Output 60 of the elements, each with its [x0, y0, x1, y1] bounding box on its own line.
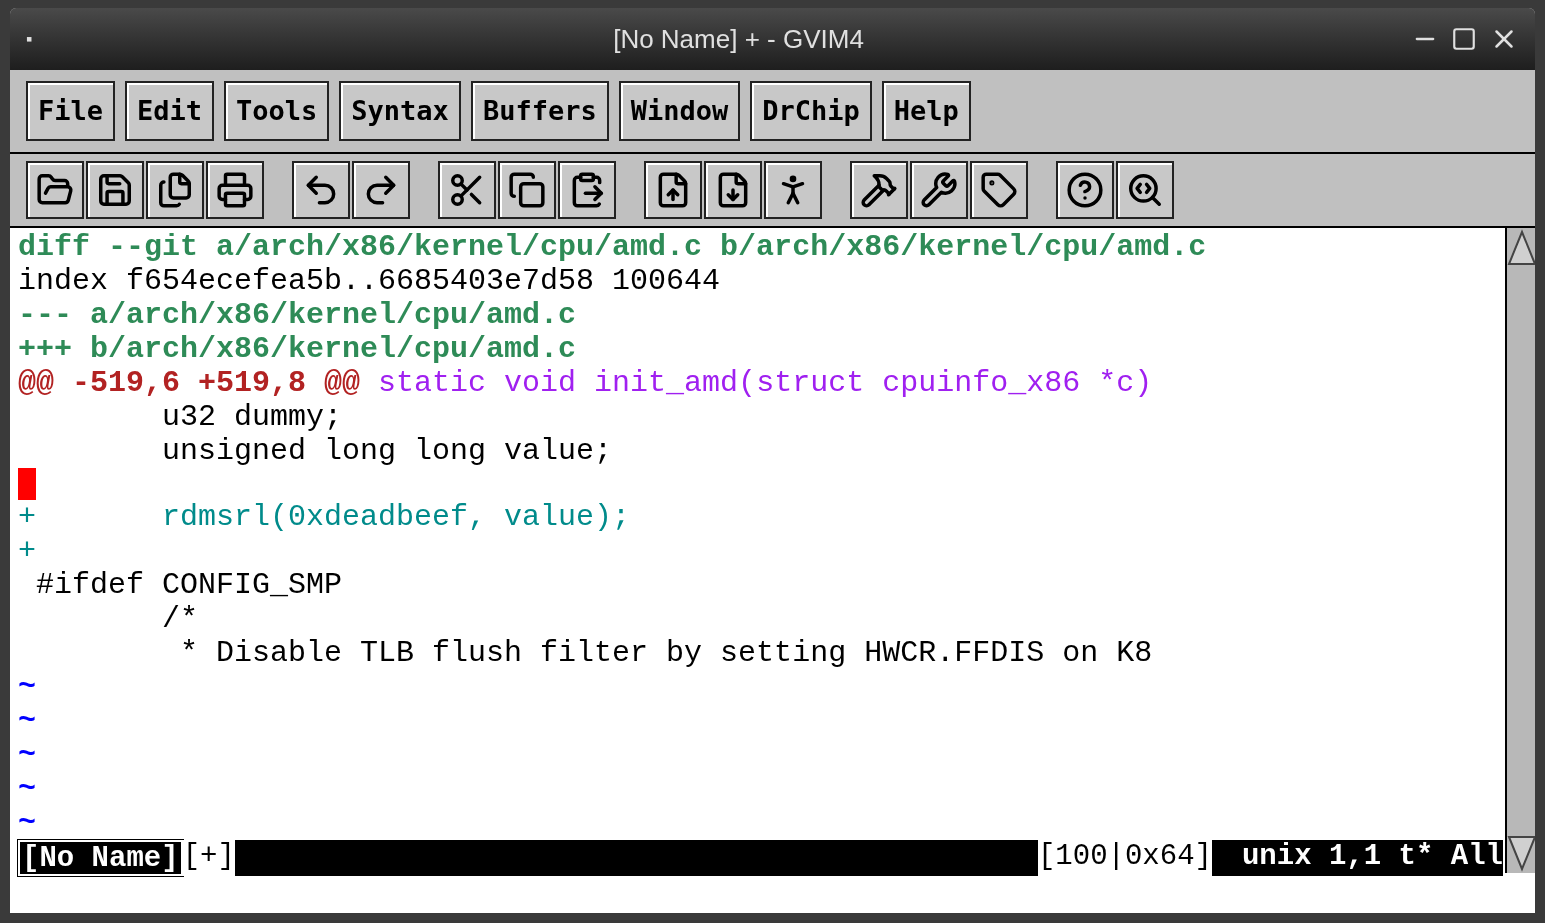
window-title: [No Name] + - GVIM4	[612, 22, 865, 56]
toolbar-button[interactable]	[1116, 161, 1174, 219]
code-text: +	[18, 534, 36, 568]
menu-item[interactable]: Window	[618, 81, 741, 141]
toolbar-button[interactable]	[146, 161, 204, 219]
code-text: diff --git a/arch/x86/kernel/cpu/amd.c b/arch/x86/kernel/cpu/amd.c	[18, 230, 1207, 264]
scroll-down-icon[interactable]	[1507, 833, 1535, 873]
menu-item[interactable]: Tools	[224, 81, 330, 141]
code-text: #ifdef CONFIG_SMP	[35, 568, 343, 602]
code-text: * Disable TLB flush filter by setting HWCR.FFDIS on K8	[179, 636, 1153, 670]
toolbar-button[interactable]	[26, 161, 84, 219]
code-text: ~	[18, 738, 36, 772]
toolbar-button[interactable]	[352, 161, 410, 219]
code-text: ~	[18, 772, 36, 806]
code-text: +++ b/arch/x86/kernel/cpu/amd.c	[18, 332, 577, 366]
menu-item[interactable]: Syntax	[339, 81, 461, 141]
code-text: u32 dummy;	[161, 400, 343, 434]
code-text: ~	[18, 704, 36, 738]
status-position: unix 1,1 t* All	[1211, 840, 1503, 876]
code-text: --- a/arch/x86/kernel/cpu/amd.c	[18, 298, 577, 332]
scroll-up-icon[interactable]	[1507, 228, 1535, 268]
code-text: static void init_amd(struct cpuinfo_x86 *c)	[377, 366, 1153, 400]
toolbar-button[interactable]	[558, 161, 616, 219]
menu-item[interactable]: Edit	[125, 81, 215, 141]
code-text: /*	[161, 602, 199, 636]
tag-icon	[980, 171, 1018, 209]
code-text: unsigned long long value;	[161, 434, 613, 468]
toolbar-button[interactable]	[764, 161, 822, 219]
toolbar-button[interactable]	[498, 161, 556, 219]
code-text: ~	[18, 670, 36, 704]
menu-item[interactable]: File	[26, 81, 116, 141]
copy-icon	[508, 171, 546, 209]
code-text: @@ -519,6 +519,8 @@	[18, 366, 361, 400]
code-text: + rdmsrl(0xdeadbeef, value);	[18, 500, 631, 534]
window-menu-glyph[interactable]: ▪	[26, 25, 66, 53]
menu-item[interactable]: Buffers	[470, 81, 609, 141]
toolbar-button[interactable]	[850, 161, 908, 219]
toolbar-button[interactable]	[704, 161, 762, 219]
menu-item[interactable]: DrChip	[750, 81, 872, 141]
code-text: index f654ecefea5b..6685403e7d58 100644	[18, 264, 721, 298]
find-icon	[1126, 171, 1164, 209]
save-icon	[96, 171, 134, 209]
vertical-scrollbar[interactable]	[1505, 228, 1535, 873]
code-text: ~	[18, 806, 36, 840]
status-filename: [No Name]	[18, 840, 183, 876]
toolbar-button[interactable]	[970, 161, 1028, 219]
toolbar-button[interactable]	[438, 161, 496, 219]
toolbar-button[interactable]	[1056, 161, 1114, 219]
toolbar-button[interactable]	[644, 161, 702, 219]
toolbar-button[interactable]	[910, 161, 968, 219]
text-cursor	[18, 468, 36, 500]
menu-item[interactable]: Help	[881, 81, 971, 141]
toolbar-button[interactable]	[292, 161, 350, 219]
help-icon	[1066, 171, 1104, 209]
maximize-icon[interactable]	[1451, 26, 1477, 52]
toolbar-button[interactable]	[206, 161, 264, 219]
wrench-icon	[920, 171, 958, 209]
toolbar-button[interactable]	[86, 161, 144, 219]
printer-icon	[216, 171, 254, 209]
hammer-icon	[860, 171, 898, 209]
